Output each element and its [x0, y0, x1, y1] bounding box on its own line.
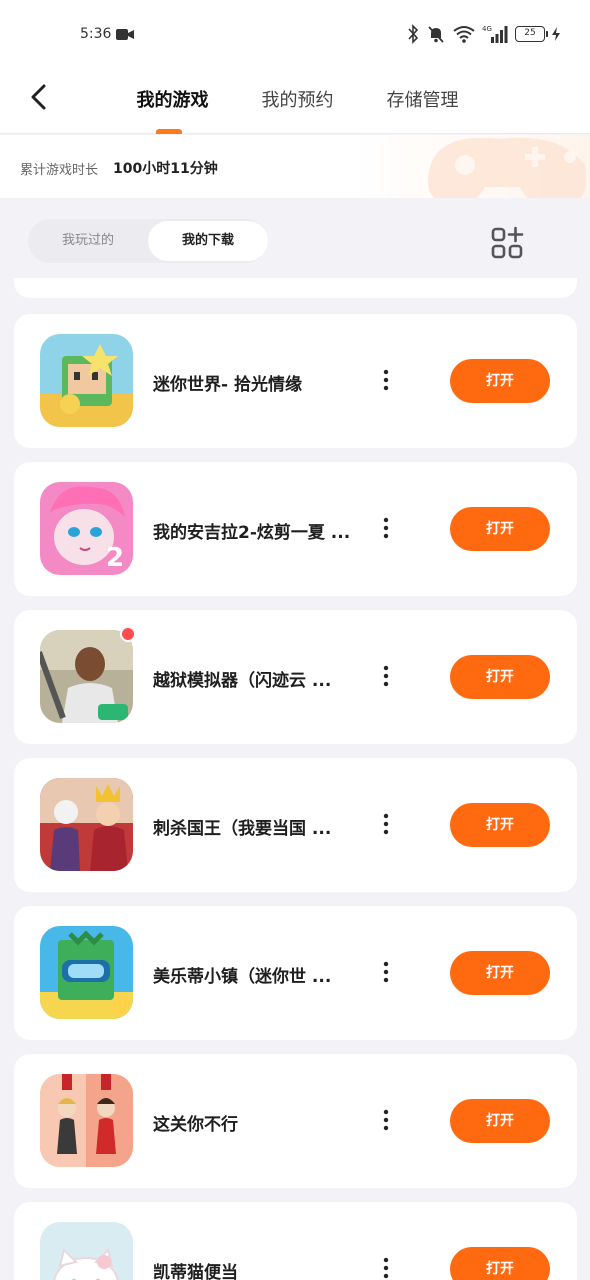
game-icon-melody-town[interactable] — [40, 926, 133, 1019]
playtime-value: 100小时11分钟 — [113, 161, 218, 177]
bluetooth-icon — [408, 24, 419, 44]
more-vertical-icon[interactable] — [379, 958, 393, 986]
open-button[interactable]: 打开 — [450, 655, 550, 699]
game-icon-angela[interactable]: 2 — [40, 482, 133, 575]
list-item[interactable]: 这关你不行 打开 — [14, 1054, 577, 1188]
list-filter-segment: 我玩过的 我的下载 — [28, 219, 268, 263]
game-icon-not-this-level[interactable] — [40, 1074, 133, 1167]
list-item[interactable]: 美乐蒂小镇（迷你世 ... 打开 — [14, 906, 577, 1040]
playtime-banner: 累计游戏时长 100小时11分钟 — [0, 135, 590, 198]
grid-add-icon[interactable] — [489, 225, 525, 261]
svg-text:2: 2 — [106, 543, 124, 573]
list-item[interactable]: 刺杀国王（我要当国 ... 打开 — [14, 758, 577, 892]
tab-my-games[interactable]: 我的游戏 — [110, 68, 235, 134]
more-vertical-icon[interactable] — [379, 1106, 393, 1134]
gamepad-decoration-icon — [427, 137, 587, 198]
more-vertical-icon[interactable] — [379, 810, 393, 838]
download-list: 迷你世界- 拾光情缘 打开 2 我的安吉拉2-炫剪一夏 ... 打开 越狱模拟器… — [0, 278, 590, 1280]
open-button[interactable]: 打开 — [450, 951, 550, 995]
game-name: 迷你世界- 拾光情缘 — [153, 375, 302, 395]
game-icon-prison-sim[interactable] — [40, 630, 133, 723]
game-icon-kill-the-king[interactable] — [40, 778, 133, 871]
more-vertical-icon[interactable] — [379, 662, 393, 690]
game-name: 刺杀国王（我要当国 ... — [153, 819, 332, 839]
back-arrow-icon[interactable] — [24, 80, 54, 114]
video-camera-icon — [116, 29, 134, 40]
mute-bell-icon — [428, 26, 444, 43]
more-vertical-icon[interactable] — [379, 514, 393, 542]
notification-dot — [120, 626, 136, 642]
game-name: 我的安吉拉2-炫剪一夏 ... — [153, 523, 351, 543]
list-item[interactable]: 迷你世界- 拾光情缘 打开 — [14, 314, 577, 448]
game-name: 凯蒂猫便当 — [153, 1263, 238, 1280]
open-button[interactable]: 打开 — [450, 359, 550, 403]
open-button[interactable]: 打开 — [450, 507, 550, 551]
game-name: 越狱模拟器（闪迹云 ... — [153, 671, 332, 691]
open-button[interactable]: 打开 — [450, 803, 550, 847]
game-icon-hello-kitty-bento[interactable] — [40, 1222, 133, 1280]
tab-storage-management[interactable]: 存储管理 — [360, 68, 485, 134]
list-item[interactable]: 2 我的安吉拉2-炫剪一夏 ... 打开 — [14, 462, 577, 596]
status-time: 5:36 — [80, 26, 112, 42]
tab-bar: 我的游戏 我的预约 存储管理 — [110, 68, 485, 134]
open-button[interactable]: 打开 — [450, 1247, 550, 1280]
more-vertical-icon[interactable] — [379, 366, 393, 394]
partial-list-item — [14, 278, 577, 298]
game-name: 这关你不行 — [153, 1115, 238, 1135]
cellular-signal-icon: 4G — [482, 25, 508, 43]
game-name: 美乐蒂小镇（迷你世 ... — [153, 967, 332, 987]
segment-downloads[interactable]: 我的下载 — [148, 221, 268, 261]
top-nav: 我的游戏 我的预约 存储管理 — [0, 68, 590, 134]
list-item[interactable]: 越狱模拟器（闪迹云 ... 打开 — [14, 610, 577, 744]
battery-icon: 25 — [515, 26, 548, 42]
open-button[interactable]: 打开 — [450, 1099, 550, 1143]
svg-text:4G: 4G — [482, 25, 492, 33]
list-item[interactable]: 凯蒂猫便当 打开 — [14, 1202, 577, 1280]
charging-icon — [552, 27, 560, 41]
more-vertical-icon[interactable] — [379, 1254, 393, 1280]
wifi-icon — [453, 26, 475, 43]
status-bar: 5:36 4G 25 — [0, 0, 590, 68]
game-icon-mini-world[interactable] — [40, 334, 133, 427]
playtime-label: 累计游戏时长 — [20, 163, 99, 178]
tab-my-reservations[interactable]: 我的预约 — [235, 68, 360, 134]
segment-played[interactable]: 我玩过的 — [28, 221, 148, 261]
